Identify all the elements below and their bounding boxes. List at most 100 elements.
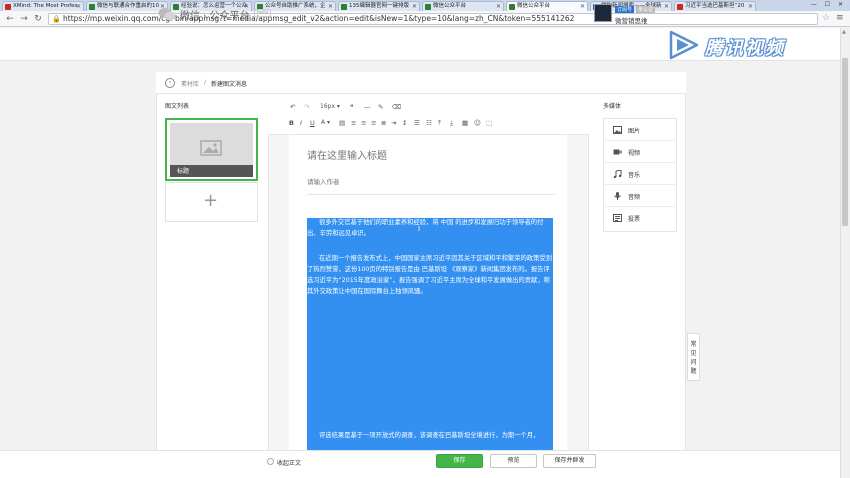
browser-tab-bar: XMind: The Most Profes ✕ 微信与联通合作重启的10 ✕ 经验… <box>0 0 850 11</box>
media-item-image[interactable]: 图片 <box>603 119 677 141</box>
body-paragraph[interactable]: 在近期一个报告发布式上，中国国家主席习近平因其关于区域和平和繁荣的政策受到了热烈… <box>307 253 553 297</box>
account-type-badge: 订阅号 <box>615 6 635 13</box>
scrollbar-thumb[interactable] <box>842 58 848 226</box>
browser-tab-active[interactable]: 微信公众平台 ✕ <box>506 1 588 11</box>
address-bar: ← → ↻ 🔒 https://mp.weixin.qq.com/cgi-bin/… <box>0 11 850 27</box>
close-icon[interactable]: ✕ <box>328 2 333 11</box>
verify-status-badge: 未认证 <box>636 6 656 13</box>
spacing-top-icon[interactable]: ⤒ <box>438 119 441 127</box>
media-item-vote[interactable]: 投票 <box>603 207 677 229</box>
platform-logo-text[interactable]: 微信 · 公众平台 <box>180 7 250 22</box>
close-icon[interactable]: ✕ <box>748 2 753 11</box>
close-icon[interactable]: ✕ <box>664 2 669 11</box>
avatar[interactable] <box>594 4 612 22</box>
music-icon <box>613 170 622 178</box>
redo-icon[interactable]: ↷ <box>304 103 309 111</box>
save-and-send-button[interactable]: 保存并群发 <box>543 454 596 468</box>
close-icon[interactable]: ✕ <box>580 2 585 11</box>
undo-icon[interactable]: ↶ <box>290 103 295 111</box>
back-button[interactable]: ‹ <box>165 78 175 88</box>
favicon-icon <box>509 4 515 10</box>
table-icon[interactable]: ▦ <box>462 119 468 127</box>
align-right-icon[interactable]: ≡ <box>371 119 376 127</box>
media-item-music[interactable]: 音乐 <box>603 163 677 185</box>
media-label: 视频 <box>628 150 641 157</box>
font-size-select[interactable]: 16px ▾ <box>320 103 340 111</box>
unordered-list-icon[interactable]: ☷ <box>426 119 432 127</box>
collapse-body-label[interactable]: 收起正文 <box>277 458 301 467</box>
browser-tab[interactable]: 135编辑器官网一键排版 ✕ <box>338 1 420 11</box>
account-name[interactable]: 微营销思维 <box>615 15 648 25</box>
reload-icon[interactable]: ↻ <box>32 13 44 25</box>
browser-tab[interactable]: 习近平当选巴基斯坦“20 ✕ <box>674 1 756 11</box>
browser-tab[interactable]: 微信公众平台 ✕ <box>422 1 504 11</box>
font-color-select[interactable]: A ▾ <box>321 119 330 127</box>
favicon-icon <box>5 4 11 10</box>
close-icon[interactable]: ✕ <box>76 2 81 11</box>
body-paragraph[interactable]: 评选结果是基于一项开放式的调查，该调查在巴基斯坦全境进行，为期一个月， <box>307 430 553 441</box>
spacing-bottom-icon[interactable]: ⤓ <box>450 119 453 127</box>
format-brush-icon[interactable]: ✎ <box>378 103 383 111</box>
menu-icon[interactable]: ≡ <box>836 13 844 23</box>
close-icon[interactable]: ✕ <box>496 2 501 11</box>
image-icon <box>613 126 622 134</box>
align-justify-icon[interactable]: ≣ <box>381 119 386 127</box>
beta-badge: beta <box>254 9 272 17</box>
favicon-icon <box>425 4 431 10</box>
title-input[interactable] <box>307 147 557 165</box>
scroll-up-icon[interactable]: ▲ <box>842 29 846 35</box>
breadcrumb-separator: / <box>204 79 207 86</box>
collapse-body-radio[interactable] <box>267 458 274 465</box>
media-item-audio[interactable]: 音频 <box>603 185 677 207</box>
back-arrow-icon[interactable]: ← <box>4 13 16 25</box>
bottom-action-bar <box>0 450 840 478</box>
clear-format-icon[interactable]: ⌫ <box>392 103 401 111</box>
favicon-icon <box>89 4 95 10</box>
italic-icon[interactable]: I <box>300 119 302 127</box>
align-center-icon[interactable]: ≡ <box>361 119 366 127</box>
browser-tab[interactable]: XMind: The Most Profes ✕ <box>2 1 84 11</box>
background-color-icon[interactable]: ▤ <box>339 119 345 127</box>
emoji-icon[interactable]: ☺ <box>474 119 481 127</box>
breadcrumb-link-library[interactable]: 素材库 <box>181 79 199 88</box>
play-logo-icon <box>669 30 699 60</box>
bookmark-star-icon[interactable]: ☆ <box>822 13 830 23</box>
image-placeholder-icon <box>200 140 222 156</box>
favicon-icon <box>677 4 683 10</box>
video-watermark: 腾讯视频 <box>665 28 835 62</box>
body-paragraph[interactable]: 很多外交官基于他们的职业素养和经验，将 中国 的进步和发展归功于领导者的付出、辛… <box>307 217 553 239</box>
bold-icon[interactable]: B <box>289 119 294 127</box>
preview-button[interactable]: 预览 <box>490 454 537 468</box>
breadcrumb: ‹ 素材库 / 新建图文消息 <box>156 72 686 94</box>
close-icon[interactable]: ✕ <box>412 2 417 11</box>
vote-icon <box>613 214 622 222</box>
author-divider <box>307 194 555 195</box>
align-left-icon[interactable]: ≡ <box>351 119 356 127</box>
indent-icon[interactable]: ⇥ <box>391 119 396 127</box>
media-label: 图片 <box>628 128 641 135</box>
ordered-list-icon[interactable]: ☰ <box>414 119 420 127</box>
faq-float-button[interactable]: 常见问题 <box>687 333 700 381</box>
browser-tab[interactable]: 微信与联通合作重启的10 ✕ <box>86 1 168 11</box>
video-icon <box>613 149 622 155</box>
window-controls[interactable]: — ☐ ✕ <box>811 1 846 8</box>
favicon-icon <box>341 4 347 10</box>
lock-icon: 🔒 <box>52 15 61 23</box>
text-cursor-icon: I <box>418 225 421 233</box>
author-input[interactable] <box>307 176 557 188</box>
line-height-icon[interactable]: ↕ <box>402 119 407 127</box>
breadcrumb-current: 新建图文消息 <box>211 81 248 88</box>
forward-arrow-icon[interactable]: → <box>18 13 30 25</box>
underline-icon[interactable]: U <box>310 119 315 127</box>
cover-title-label: 标题 <box>177 168 190 175</box>
editor-toolbar: ↶ ↷ 16px ▾ ❝ — ✎ ⌫ B I U A ▾ ▤ ≡ ≡ ≡ ≣ ⇥… <box>268 95 589 135</box>
plus-icon[interactable]: + <box>203 192 218 210</box>
audio-icon <box>614 192 621 200</box>
full-width-icon[interactable]: ⬚ <box>486 119 492 127</box>
horizontal-rule-icon[interactable]: — <box>364 103 371 111</box>
article-list-title: 图文列表 <box>165 103 190 110</box>
media-item-video[interactable]: 视频 <box>603 141 677 163</box>
media-label: 音频 <box>628 194 641 201</box>
save-button[interactable]: 保存 <box>436 454 483 468</box>
quote-icon[interactable]: ❝ <box>350 103 354 111</box>
